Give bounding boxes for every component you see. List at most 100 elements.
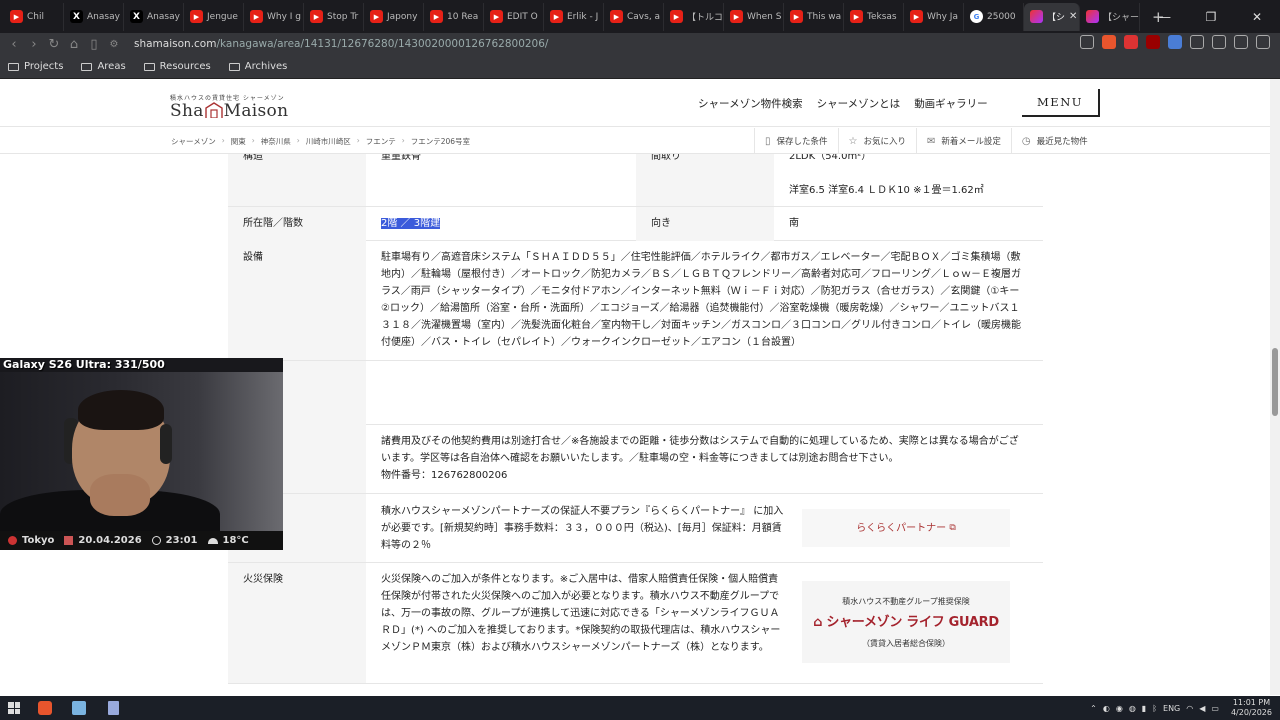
close-tab-icon[interactable]: ✕ [1069, 11, 1077, 22]
logo-name: Sha Maison [170, 101, 289, 121]
browser-tab[interactable]: G 25000 [964, 2, 1024, 31]
browser-tab[interactable]: ▶ Cavs, a [604, 2, 664, 31]
empty-value [366, 361, 1043, 424]
restore-icon[interactable]: ❐ [1188, 10, 1234, 24]
floor-value-selected: 2階 ／ 3階建 [381, 218, 441, 229]
back-icon[interactable]: ‹ [4, 37, 24, 52]
taskbar-app[interactable] [68, 698, 90, 718]
youtube-icon: ▶ [790, 10, 803, 23]
mic-icon[interactable]: ▮ [1142, 704, 1146, 713]
taskbar-clock[interactable]: 11:01 PM 4/20/2026 [1231, 698, 1272, 718]
start-button[interactable] [0, 698, 22, 718]
breadcrumb-separator: › [296, 136, 300, 145]
nav-about[interactable]: シャーメゾンとは [817, 96, 901, 111]
url-field[interactable]: shamaison.com/kanagawa/area/14131/126762… [134, 38, 548, 50]
saved-conditions-link[interactable]: ▯ 保存した条件 [754, 128, 838, 154]
lang-indicator[interactable]: ENG [1163, 704, 1180, 713]
recently-viewed-link[interactable]: ◷ 最近見た物件 [1010, 128, 1098, 154]
mail-settings-link[interactable]: ✉ 新着メール設定 [916, 128, 1011, 154]
menu-dots-icon[interactable] [1256, 35, 1270, 49]
table-row: 火災保険 火災保険へのご加入が条件となります。※ご入居中は、借家人賠償責任保険・… [228, 563, 1043, 684]
taskbar-calculator[interactable] [102, 698, 124, 718]
utility-links: ▯ 保存した条件 ☆ お気に入り ✉ 新着メール設定 ◷ 最近見た物件 [754, 128, 1098, 154]
city-text: Tokyo [22, 535, 55, 546]
breadcrumb-item[interactable]: シャーメゾン [171, 136, 216, 147]
reload-icon[interactable]: ↻ [44, 37, 64, 52]
bookmark-folder[interactable]: Archives [228, 61, 288, 72]
forward-icon[interactable]: › [24, 37, 44, 52]
folder-icon [143, 62, 155, 71]
breadcrumb-item[interactable]: 神奈川県 [261, 136, 291, 147]
bookmark-folder[interactable]: Projects [8, 61, 63, 72]
tab-active[interactable]: 【シ ✕ [1024, 2, 1080, 31]
extension-icon[interactable] [1124, 35, 1138, 49]
date-info: 20.04.2026 [64, 535, 142, 546]
network-icon[interactable]: ◍ [1129, 704, 1136, 713]
browser-tab[interactable]: ▶ Jengue [184, 2, 244, 31]
browser-tab[interactable]: X Anasay [124, 2, 184, 31]
home-icon[interactable]: ⌂ [64, 37, 84, 52]
browser-tab[interactable]: ▶ Stop Tr [304, 2, 364, 31]
taskbar-brave[interactable] [34, 698, 56, 718]
floor-value: 2階 ／ 3階建 [366, 215, 636, 232]
life-guard-banner[interactable]: 積水ハウス不動産グループ推奨保険 ⌂ シャーメゾン ライフ GUARD （賃貸入… [802, 581, 1010, 663]
nav-video-gallery[interactable]: 動画ギャラリー [914, 96, 988, 111]
browser-tab[interactable]: ▶ Erlik - J [544, 2, 604, 31]
share-icon[interactable] [1080, 35, 1094, 49]
browser-tab[interactable]: ▶ 10 Rea [424, 2, 484, 31]
browser-tab[interactable]: X Anasay [64, 2, 124, 31]
browser-tab[interactable]: ▶ EDIT O [484, 2, 544, 31]
breadcrumb-item[interactable]: 川崎市川崎区 [306, 136, 351, 147]
ublock-icon[interactable] [1146, 35, 1160, 49]
close-window-icon[interactable]: ✕ [1234, 10, 1280, 24]
discord-icon[interactable]: ◉ [1116, 704, 1123, 713]
bookmark-folder[interactable]: Resources [143, 61, 211, 72]
brave-shield-icon[interactable] [1102, 35, 1116, 49]
clock-date: 4/20/2026 [1230, 708, 1272, 717]
browser-tab[interactable]: ▶ Teksas [844, 2, 904, 31]
tab-label: Anasay [147, 11, 180, 22]
nav-property-search[interactable]: シャーメゾン物件検索 [698, 96, 803, 111]
favorites-link[interactable]: ☆ お気に入り [837, 128, 916, 154]
battery-icon[interactable]: ▭ [1211, 704, 1219, 713]
media-icon[interactable] [1234, 35, 1248, 49]
browser-tab[interactable]: ▶ When S [724, 2, 784, 31]
chevron-up-icon[interactable]: ⌃ [1090, 704, 1097, 713]
site-info-icon[interactable]: ⚙ [104, 39, 124, 50]
browser-tab[interactable]: ▶ Japony [364, 2, 424, 31]
volume-icon[interactable]: ◀ [1199, 704, 1205, 713]
bookmark-folder[interactable]: Areas [81, 61, 126, 72]
sidebar-icon[interactable]: ▯ [84, 37, 104, 52]
weather-info: 18°C [207, 535, 249, 546]
menu-button[interactable]: MENU [1022, 89, 1100, 117]
browser-tab-bar: ▶ Chil X Anasay X Anasay ▶ Jengue ▶ Why I g ▶ Stop … [0, 0, 1280, 33]
browser-tab[interactable]: ▶ 【トルコ [664, 2, 724, 31]
bluetooth-icon[interactable]: ᛒ [1152, 704, 1157, 713]
webcam-overlay: Galaxy S26 Ultra: 331/500 [0, 358, 283, 550]
layout-label: 間取り [636, 154, 774, 206]
rakuraku-partner-button[interactable]: らくらくパートナー ⧉ [802, 509, 1010, 547]
tab-label: Anasay [87, 11, 120, 22]
table-row: 積水ハウスシャーメゾンパートナーズの保証人不要プラン『らくらくパートナー』 に加… [228, 494, 1043, 563]
browser-tab[interactable]: ▶ Why I g [244, 2, 304, 31]
puzzle-icon[interactable] [1190, 35, 1204, 49]
bookmark-label: Projects [24, 61, 64, 72]
property-detail-table: 構造 重量鉄骨 間取り 2LDK（54.0m²） 洋室6.5 洋室6.4 ＬＤＫ… [228, 154, 1043, 695]
breadcrumb-separator: › [401, 136, 405, 145]
minimize-icon[interactable]: — [1142, 10, 1188, 24]
browser-tab[interactable]: ▶ Chil [4, 2, 64, 31]
bookmark-label: Archives [244, 61, 288, 72]
browser-tab[interactable]: ▶ Why Ja [904, 2, 964, 31]
breadcrumb-item[interactable]: フエンテ [366, 136, 396, 147]
browser-tab[interactable]: 【シャー [1080, 2, 1140, 31]
translate-icon[interactable] [1168, 35, 1182, 49]
guarantee-value: 積水ハウスシャーメゾンパートナーズの保証人不要プラン『らくらくパートナー』 に加… [381, 505, 784, 551]
wifi-icon[interactable]: ◠ [1186, 704, 1193, 713]
browser-tab[interactable]: ▶ This wa [784, 2, 844, 31]
download-icon[interactable] [1212, 35, 1226, 49]
site-logo[interactable]: 積水ハウスの賃貸住宅 シャーメゾン Sha Maison [170, 93, 288, 120]
scrollbar-thumb[interactable] [1272, 348, 1278, 416]
breadcrumb-item[interactable]: 関東 [231, 136, 246, 147]
tray-app-icon[interactable]: ◐ [1103, 704, 1110, 713]
tab-label: Japony [387, 11, 418, 22]
